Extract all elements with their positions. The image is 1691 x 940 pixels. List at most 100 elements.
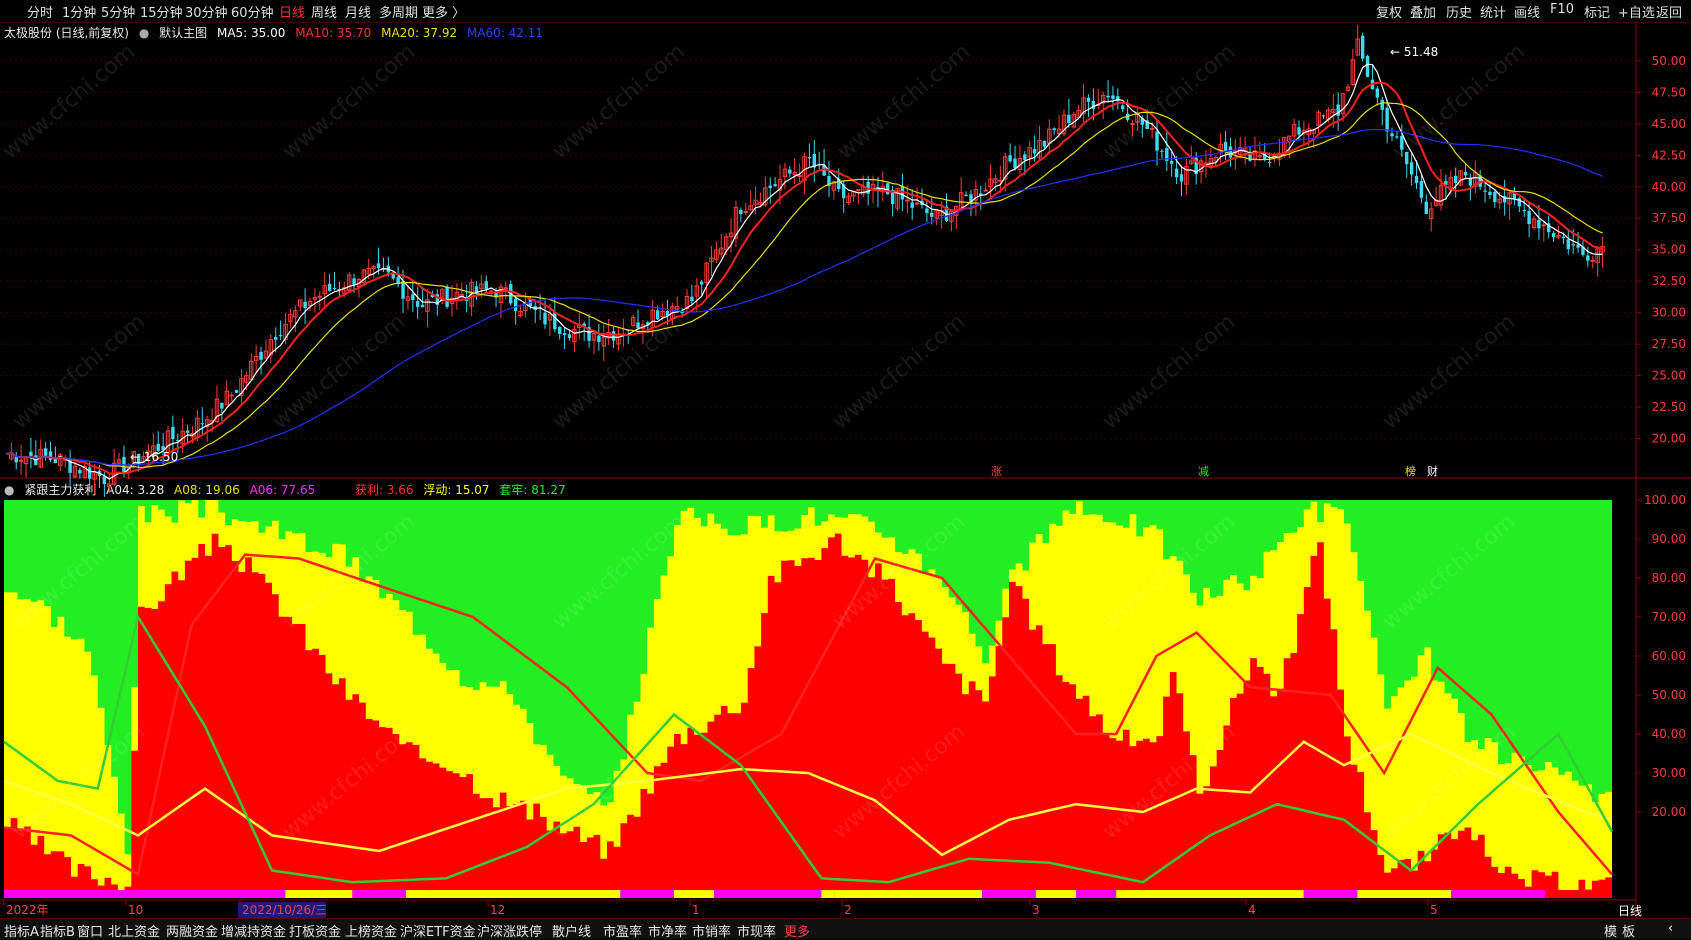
chart-canvas[interactable]: 50.00 47.50 45.00 42.50 40.00 37.50 35.00 32.50…: [0, 0, 1691, 938]
status-strip-segment: [1076, 890, 1117, 898]
candle-body: [87, 467, 92, 479]
candle-body: [773, 184, 777, 187]
candle-body: [1267, 161, 1272, 163]
status-strip-segment: [821, 890, 835, 898]
candle-body: [1121, 105, 1125, 110]
status-strip-segment: [1116, 890, 1304, 898]
candle-body: [1414, 175, 1419, 183]
candle-body: [543, 312, 547, 325]
indicator-tick-label: 70.00: [1652, 610, 1686, 624]
indicator-tick-label: 50.00: [1652, 688, 1686, 702]
indicator-tab-11[interactable]: 市盈率: [603, 921, 642, 940]
indicator-tab-5[interactable]: 增减持资金: [221, 921, 286, 940]
indicator-tab-0[interactable]: 指标A: [4, 921, 39, 940]
candle-body: [229, 394, 234, 397]
candle-body: [655, 310, 660, 320]
candle-body: [303, 301, 307, 309]
candle-body: [29, 451, 33, 457]
candle-body: [905, 199, 910, 202]
price-tick-label: 30.00: [1652, 306, 1686, 320]
indicator-tab-10[interactable]: 散户线: [552, 921, 591, 940]
candle-body: [856, 189, 861, 192]
status-strip-segment: [1451, 890, 1545, 898]
status-strip-segment: [674, 890, 715, 898]
candle-body: [234, 390, 239, 393]
candle-body: [1111, 95, 1115, 99]
candle-body: [1086, 97, 1091, 102]
status-strip-segment: [352, 890, 406, 898]
candle-body: [1488, 191, 1492, 196]
max-price-label: ← 51.48: [1390, 45, 1438, 59]
candle-body: [1106, 95, 1110, 98]
indicator-tab-7[interactable]: 上榜资金: [345, 921, 397, 940]
indicator-tab-9[interactable]: 沪深涨跌停: [477, 921, 542, 940]
price-tick-label: 35.00: [1652, 243, 1686, 257]
indicator-tab-13[interactable]: 市销率: [692, 921, 731, 940]
indicator-tick-label: 100.00: [1644, 493, 1686, 507]
candle-body: [43, 448, 48, 456]
time-axis-label: 10: [128, 903, 143, 917]
candle-body: [484, 281, 488, 290]
candle-body: [1360, 35, 1365, 59]
candle-body: [998, 179, 1003, 182]
bottom-right-button-2[interactable]: ‹: [1668, 921, 1673, 936]
price-tick-label: 40.00: [1652, 180, 1686, 194]
indicator-tab-4[interactable]: 两融资金: [166, 921, 218, 940]
candle-body: [503, 287, 509, 290]
time-axis-label: 5: [1430, 903, 1438, 917]
candle-body: [1052, 128, 1056, 131]
candle-body: [1169, 161, 1174, 164]
watermark: www.cfchi.com: [0, 39, 140, 164]
candle-body: [1483, 190, 1487, 192]
candle-body: [14, 457, 18, 463]
indicator-tab-1[interactable]: 指标B: [40, 921, 75, 940]
candle-body: [1155, 131, 1159, 151]
candle-body: [739, 209, 743, 215]
candle-body: [332, 288, 337, 290]
candle-body: [278, 335, 283, 337]
candle-body: [1008, 155, 1012, 162]
candle-body: [1522, 209, 1526, 212]
candle-body: [1013, 158, 1017, 169]
candle-body: [1453, 175, 1458, 184]
candle-body: [1023, 154, 1027, 160]
time-axis-label: 1: [692, 903, 700, 917]
candle-body: [48, 451, 53, 460]
price-tick-label: 45.00: [1652, 117, 1686, 131]
indicator-tab-15[interactable]: 更多: [784, 921, 810, 940]
candle-body: [1493, 191, 1497, 203]
indicator-tab-14[interactable]: 市现率: [737, 921, 776, 940]
indicator-tab-6[interactable]: 打板资金: [289, 921, 341, 940]
candle-body: [171, 426, 175, 439]
candle-body: [1424, 201, 1429, 214]
candle-body: [185, 430, 190, 433]
candle-body: [200, 423, 205, 425]
bottom-right-button-1[interactable]: 板: [1622, 921, 1635, 940]
candle-body: [1561, 236, 1566, 239]
candle-body: [788, 169, 792, 174]
price-tick-label: 42.50: [1652, 148, 1686, 162]
watermark: www.cfchi.com: [278, 39, 420, 164]
indicator-tick-label: 40.00: [1652, 727, 1686, 741]
candle-body: [1032, 148, 1037, 154]
candle-body: [259, 351, 263, 360]
time-axis-label: 12: [490, 903, 505, 917]
bottom-right-button-0[interactable]: 模: [1604, 921, 1617, 940]
status-strip-segment: [1303, 890, 1358, 898]
watermark: www.cfchi.com: [828, 309, 970, 434]
candle-body: [420, 304, 425, 308]
candle-body: [1590, 259, 1595, 262]
indicator-tick-label: 80.00: [1652, 571, 1686, 585]
price-tick-label: 32.50: [1652, 274, 1686, 288]
time-axis-label: 2022年: [6, 903, 49, 917]
watermark: www.cfchi.com: [548, 39, 690, 164]
candle-body: [1380, 99, 1384, 110]
indicator-tab-12[interactable]: 市净率: [648, 921, 687, 940]
event-marker: 涨: [991, 465, 1002, 478]
indicator-tab-2[interactable]: 窗口: [77, 921, 103, 940]
indicator-tab-8[interactable]: 沪深ETF资金: [400, 921, 476, 940]
candle-body: [1527, 210, 1531, 225]
candle-body: [102, 476, 107, 485]
indicator-tab-3[interactable]: 北上资金: [108, 921, 160, 940]
price-tick-label: 37.50: [1652, 211, 1686, 225]
